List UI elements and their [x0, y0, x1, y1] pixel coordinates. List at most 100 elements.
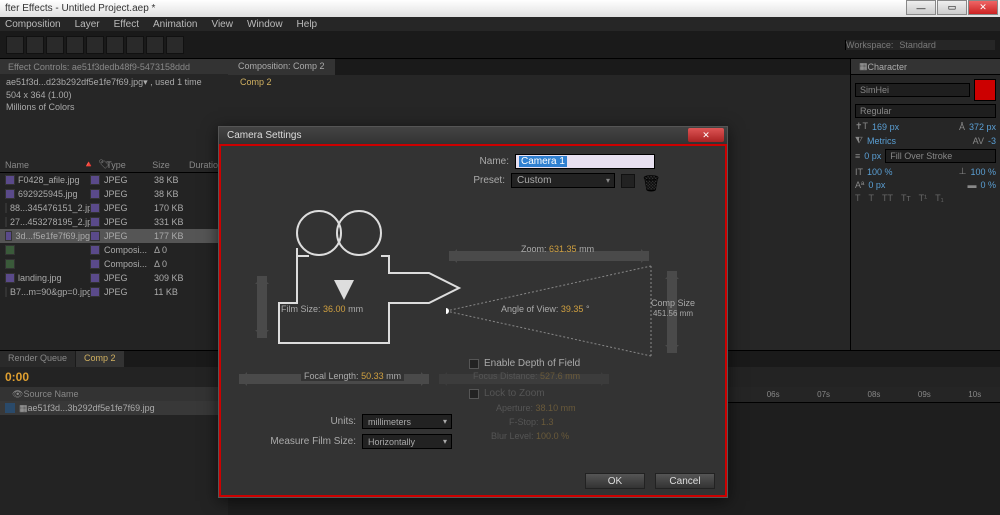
vscale[interactable]: 100 %: [867, 167, 893, 177]
tool-text[interactable]: [166, 36, 184, 54]
zoom-value[interactable]: 631.35: [549, 244, 577, 254]
project-item[interactable]: landing.jpgJPEG309 KB: [0, 271, 228, 285]
tool-pan[interactable]: [106, 36, 124, 54]
tool-selection[interactable]: [6, 36, 24, 54]
filmsize-readout: Film Size: 36.00 mm: [281, 304, 363, 314]
project-item[interactable]: B7...m=90&gp=0.jpgJPEG11 KB: [0, 285, 228, 299]
comp-breadcrumb[interactable]: Comp 2: [228, 75, 850, 89]
zoom-readout: Zoom: 631.35 mm: [521, 244, 594, 254]
effect-controls-tab[interactable]: Effect Controls: ae51f3dedb48f9-5473158d…: [0, 59, 228, 74]
dialog-close-button[interactable]: ✕: [688, 128, 724, 142]
angle-value[interactable]: 39.35: [561, 304, 584, 314]
project-item[interactable]: 88...345476151_2.jpgJPEG170 KB: [0, 201, 228, 215]
hscale-icon: ⊥: [959, 166, 967, 177]
timecode[interactable]: 0:00: [5, 370, 29, 384]
project-item[interactable]: 3d...f5e1fe7f69.jpgJPEG177 KB: [0, 229, 228, 243]
window-title: fter Effects - Untitled Project.aep *: [5, 3, 155, 14]
menu-effect[interactable]: Effect: [114, 19, 139, 30]
dialog-titlebar[interactable]: Camera Settings ✕: [219, 127, 727, 144]
kerning-icon: ⧨: [855, 135, 863, 146]
asset-info: ae51f3d...d23b292df5e1fe7f69.jpg▾ , used…: [0, 74, 228, 117]
leading-icon: Å: [959, 122, 965, 132]
tool-hand[interactable]: [26, 36, 44, 54]
comp-tab[interactable]: Composition: Comp 2: [228, 59, 335, 75]
superscript[interactable]: T¹: [919, 193, 928, 203]
tool-mask[interactable]: [126, 36, 144, 54]
source-name-header[interactable]: 👁 Source Name: [0, 387, 228, 401]
col-name[interactable]: Name: [5, 160, 83, 170]
stroke-value[interactable]: 0 px: [864, 151, 881, 161]
tool-camera[interactable]: [86, 36, 104, 54]
fill-over-stroke[interactable]: Fill Over Stroke: [885, 149, 996, 163]
asset-name-line: ae51f3d...d23b292df5e1fe7f69.jpg▾ , used…: [6, 77, 222, 88]
ok-button[interactable]: OK: [585, 473, 645, 489]
tab-render-queue[interactable]: Render Queue: [0, 351, 75, 367]
leading-value[interactable]: 372 px: [969, 122, 996, 132]
name-label: Name:: [480, 156, 509, 167]
tracking-icon: AV: [973, 136, 984, 146]
tracking-value[interactable]: -3: [988, 136, 996, 146]
save-preset-icon[interactable]: [621, 174, 635, 188]
faux-italic[interactable]: T: [869, 193, 875, 203]
baseline[interactable]: 0 px: [868, 180, 885, 190]
menu-bar: Composition Layer Effect Animation View …: [0, 17, 1000, 31]
cancel-button[interactable]: Cancel: [655, 473, 715, 489]
menu-help[interactable]: Help: [297, 19, 318, 30]
font-size[interactable]: 169 px: [872, 122, 899, 132]
workspace-value[interactable]: Standard: [899, 40, 936, 50]
project-header: Name 🔺 🏷 Type Size Duration: [0, 157, 228, 173]
asset-dims-line: 504 x 364 (1.00): [6, 90, 222, 100]
measure-dropdown[interactable]: Horizontally: [362, 434, 452, 449]
comp-tab-bar: Composition: Comp 2: [228, 59, 850, 75]
preset-dropdown[interactable]: Custom: [511, 173, 615, 188]
maximize-button[interactable]: ▭: [937, 0, 967, 15]
tool-bar: Workspace: Standard: [0, 31, 1000, 59]
project-item[interactable]: Composi...Δ 0: [0, 243, 228, 257]
tab-comp2[interactable]: Comp 2: [76, 351, 124, 367]
project-item[interactable]: F0428_afile.jpgJPEG38 KB: [0, 173, 228, 187]
text-size-icon: ✝T: [855, 121, 868, 132]
lock-zoom-checkbox[interactable]: Lock to Zoom: [469, 388, 545, 399]
timeline-layer-row[interactable]: ▦ ae51f3d...3b292df5e1fe7f69.jpg: [0, 401, 228, 415]
focal-readout: Focal Length: 50.33 mm: [301, 371, 404, 381]
fill-color-swatch[interactable]: [974, 79, 996, 101]
menu-animation[interactable]: Animation: [153, 19, 197, 30]
tool-rotate[interactable]: [66, 36, 84, 54]
tool-zoom[interactable]: [46, 36, 64, 54]
menu-layer[interactable]: Layer: [75, 19, 100, 30]
minimize-button[interactable]: —: [906, 0, 936, 15]
focal-value[interactable]: 50.33: [361, 371, 384, 381]
tsume[interactable]: 0 %: [980, 180, 996, 190]
compsize-readout: Comp Size451.56 mm: [643, 298, 703, 318]
project-item[interactable]: 27...453278195_2.jpgJPEG331 KB: [0, 215, 228, 229]
camera-settings-dialog: Camera Settings ✕ Name: Camera 1 Preset:…: [218, 126, 728, 498]
menu-window[interactable]: Window: [247, 19, 283, 30]
project-item[interactable]: 692925945.jpgJPEG38 KB: [0, 187, 228, 201]
faux-bold[interactable]: T: [855, 193, 861, 203]
workspace-label: Workspace:: [846, 40, 893, 50]
col-type[interactable]: Type: [106, 160, 152, 170]
font-family-dropdown[interactable]: SimHei: [855, 83, 970, 97]
col-size[interactable]: Size: [152, 160, 189, 170]
tool-pen[interactable]: [146, 36, 164, 54]
enable-dof-checkbox[interactable]: Enable Depth of Field: [469, 358, 580, 369]
camera-name-input[interactable]: Camera 1: [519, 156, 567, 167]
project-item[interactable]: Composi...Δ 0: [0, 257, 228, 271]
subscript[interactable]: T₁: [935, 193, 944, 203]
kerning-value[interactable]: Metrics: [867, 136, 896, 146]
character-panel-header[interactable]: ▦ Character: [851, 59, 1000, 75]
asset-colors-line: Millions of Colors: [6, 102, 222, 112]
small-caps[interactable]: Tᴛ: [901, 193, 911, 203]
window-titlebar: fter Effects - Untitled Project.aep * — …: [0, 0, 1000, 17]
visibility-toggle[interactable]: [5, 403, 15, 413]
hscale[interactable]: 100 %: [970, 167, 996, 177]
menu-composition[interactable]: Composition: [5, 19, 61, 30]
font-style-dropdown[interactable]: Regular: [855, 104, 996, 118]
vscale-icon: IT: [855, 167, 863, 177]
delete-preset-icon[interactable]: 🗑: [641, 174, 655, 188]
filmsize-value[interactable]: 36.00: [323, 304, 346, 314]
units-dropdown[interactable]: millimeters: [362, 414, 452, 429]
menu-view[interactable]: View: [211, 19, 233, 30]
all-caps[interactable]: TT: [882, 193, 893, 203]
close-window-button[interactable]: ✕: [968, 0, 998, 15]
